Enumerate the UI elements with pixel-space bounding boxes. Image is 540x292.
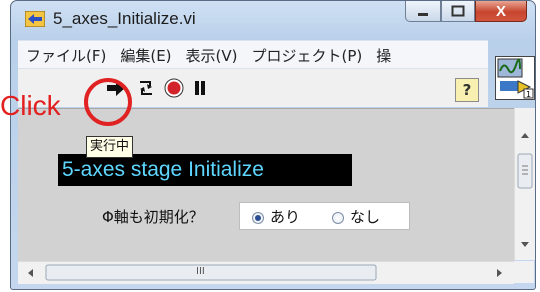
scroll-up-arrow-icon: [521, 133, 529, 138]
radio-yes[interactable]: [252, 212, 264, 224]
title-string-indicator: 5-axes stage Initialize: [58, 154, 352, 186]
pause-icon: [195, 81, 205, 95]
close-icon: X: [495, 2, 506, 20]
title-bar[interactable]: 5_axes_Initialize.vi X: [11, 1, 535, 37]
menu-bar: ファイル(F) 編集(E) 表示(V) プロジェクト(P) 操: [18, 40, 488, 69]
scroll-right-arrow-icon: [497, 269, 502, 277]
run-continuously-button[interactable]: [134, 77, 158, 99]
window-title: 5_axes_Initialize.vi: [53, 9, 196, 28]
maximize-button[interactable]: [441, 1, 475, 22]
stop-icon: [164, 78, 184, 98]
vi-icon-number: 1: [526, 90, 531, 99]
run-button-highlight-circle: [84, 78, 132, 126]
help-button[interactable]: ?: [455, 78, 479, 102]
h-scroll-thumb-grip: III: [196, 266, 205, 277]
click-annotation-label: Click: [0, 90, 61, 121]
pause-button[interactable]: [188, 77, 212, 99]
menu-file[interactable]: ファイル(F): [18, 45, 112, 66]
menu-operate[interactable]: 操: [368, 45, 397, 66]
minimize-icon: [418, 13, 428, 16]
vertical-scrollbar[interactable]: [514, 108, 535, 260]
maximize-icon: [451, 5, 465, 17]
radio-no[interactable]: [332, 212, 344, 224]
resize-grip[interactable]: [514, 261, 534, 283]
horizontal-scrollbar[interactable]: [18, 261, 514, 284]
horizontal-scrollbar-parts: [28, 264, 502, 281]
horizontal-scroll-thumb: [45, 264, 377, 281]
run-continuously-icon: [140, 81, 152, 95]
running-tooltip: 実行中: [86, 136, 134, 158]
menu-project[interactable]: プロジェクト(P): [244, 45, 369, 66]
menu-edit[interactable]: 編集(E): [112, 45, 177, 66]
window-controls: X: [405, 1, 527, 23]
vertical-scrollbar-parts: [517, 133, 533, 247]
menu-view[interactable]: 表示(V): [178, 45, 244, 66]
vi-app-icon: [25, 11, 45, 27]
close-button[interactable]: X: [475, 1, 527, 22]
vi-waveform-icon: 1: [497, 58, 534, 99]
abort-button[interactable]: [162, 77, 186, 99]
minimize-button[interactable]: [405, 1, 441, 22]
phi-axis-init-radio-group: あり なし: [239, 202, 410, 230]
radio-no-label[interactable]: なし: [350, 206, 380, 227]
scroll-left-arrow-icon: [28, 269, 33, 277]
vi-connector-icon[interactable]: 1: [495, 56, 535, 100]
phi-axis-init-label: Φ軸も初期化？: [102, 208, 204, 226]
vertical-scroll-thumb: [517, 153, 533, 189]
scroll-down-arrow-icon: [521, 242, 529, 247]
radio-yes-label[interactable]: あり: [270, 206, 300, 227]
